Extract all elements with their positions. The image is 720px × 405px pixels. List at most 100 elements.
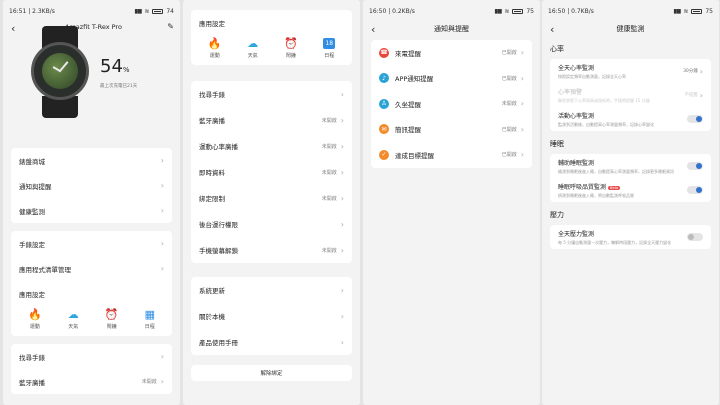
status-time: 16:50	[548, 7, 566, 15]
menu-item-background-permission[interactable]: 後台運行權限 ›	[191, 211, 352, 237]
status-speed: 2.3KB/s	[32, 7, 55, 15]
unbind-button[interactable]: 解除綁定	[191, 365, 352, 381]
app-weather[interactable]: ☁ 天氣	[68, 309, 79, 330]
notification-list: ☎ 來電提醒 已開啟 › ♪ APP通知提醒 已開啟 › ♙ 久坐提醒 未開啟 › ✉ 簡訊提醒 已開…	[371, 40, 532, 168]
chevron-right-icon: ›	[340, 167, 344, 177]
calendar-icon: ▦	[144, 308, 155, 321]
chevron-right-icon: ›	[699, 90, 703, 100]
wifi-icon: ≋	[144, 7, 150, 15]
app-workout[interactable]: 🔥 運動	[28, 309, 42, 330]
status-bar: 16:50 | 0.2KB/s ▮▮▮ ≋ 75	[369, 7, 534, 15]
health-monitor-screen: 16:50 | 0.7KB/s ▮▮▮ ≋ 75 ‹ 健康監測 心率 全天心率監…	[542, 0, 719, 405]
chevron-right-icon: ›	[520, 150, 524, 160]
sit-icon: ♙	[379, 98, 389, 109]
menu-card-2: 手錶設定 › 應用程式清單管理 › 應用設定 🔥 運動 ☁ 天氣 ⏰ 鬧鐘 ▦ 日程	[11, 231, 172, 336]
sleep-card: 輔助睡眠監測 檢測到睡眠後進入睡，自動提高心率測量頻率，記錄更多睡眠資訊 睡眠呼吸…	[550, 154, 711, 202]
device-settings-screen: 應用設定 🔥 運動 ☁ 天氣 ⏰ 鬧鐘 18 日程 找尋手錶 › 藍牙廣播 未開啟 › 運動心…	[183, 0, 360, 405]
chevron-right-icon: ›	[520, 99, 524, 109]
menu-item-realtime-data[interactable]: 即時資料 未開啟 ›	[191, 159, 352, 185]
list-item-app-alert[interactable]: ♪ APP通知提醒 已開啟 ›	[371, 66, 532, 92]
app-settings-card: 應用設定 🔥 運動 ☁ 天氣 ⏰ 鬧鐘 18 日程	[191, 10, 352, 65]
app-alarm[interactable]: ⏰ 鬧鐘	[105, 309, 119, 330]
fire-icon: 🔥	[28, 308, 42, 321]
section-heart-rate: 心率	[550, 45, 564, 53]
status-time: 16:50	[369, 7, 387, 15]
chevron-right-icon: ›	[340, 193, 344, 203]
sleep-assist-toggle[interactable]	[687, 162, 703, 170]
goal-icon: ✓	[379, 149, 389, 160]
activity-hr-toggle[interactable]	[687, 115, 703, 123]
page-title: 通知與提醒	[434, 25, 469, 33]
status-speed: 0.2KB/s	[392, 7, 415, 15]
all-day-stress-toggle[interactable]	[687, 233, 703, 241]
back-icon[interactable]: ‹	[550, 24, 554, 35]
list-item-idle-alert[interactable]: ♙ 久坐提醒 未開啟 ›	[371, 91, 532, 117]
menu-item-workout-hr-broadcast[interactable]: 運動心率廣播 未開啟 ›	[191, 133, 352, 159]
chevron-right-icon: ›	[160, 352, 164, 361]
chevron-right-icon: ›	[340, 285, 344, 295]
menu-item-manual[interactable]: 產品使用手冊 ›	[191, 329, 352, 355]
menu-card-3: 找尋手錶 › 藍牙廣播 未開啟 ›	[11, 344, 172, 394]
menu-card-device: 找尋手錶 › 藍牙廣播 未開啟 › 運動心率廣播 未開啟 › 即時資料 未開啟 › 綁定限制未…	[191, 81, 352, 263]
menu-item-watchface-store[interactable]: 錶盤商城 ›	[11, 148, 172, 173]
app-settings-label: 應用設定	[19, 291, 45, 299]
status-time: 16:51	[9, 7, 27, 15]
menu-item-screen-unlock[interactable]: 手機螢幕解鎖 未開啟 ›	[191, 237, 352, 263]
app-workout[interactable]: 🔥 運動	[208, 38, 222, 59]
chevron-right-icon: ›	[340, 219, 344, 229]
chevron-right-icon: ›	[520, 124, 524, 134]
chevron-right-icon: ›	[520, 73, 524, 83]
edit-icon[interactable]: ✎	[167, 22, 174, 31]
chevron-right-icon: ›	[520, 48, 524, 58]
menu-item-system-update[interactable]: 系統更新 ›	[191, 277, 352, 303]
menu-card-system: 系統更新 › 關於本機 › 產品使用手冊 ›	[191, 277, 352, 355]
bell-icon: ♪	[379, 73, 389, 84]
chevron-right-icon: ›	[160, 239, 164, 248]
list-item-sms-alert[interactable]: ✉ 簡訊提醒 已開啟 ›	[371, 117, 532, 143]
menu-item-about[interactable]: 關於本機 ›	[191, 303, 352, 329]
app-settings-label: 應用設定	[199, 20, 225, 28]
app-weather[interactable]: ☁ 天氣	[247, 38, 258, 59]
device-home-screen: 16:51 | 2.3KB/s ▮▮▮ ≋ 74 ‹ Amazfit T-Rex…	[3, 0, 180, 405]
menu-card-1: 錶盤商城 › 通知與提醒 › 健康監測 ›	[11, 148, 172, 223]
wifi-icon: ≋	[504, 7, 510, 15]
battery-level: 75	[705, 7, 713, 15]
menu-item-find-watch[interactable]: 找尋手錶 ›	[191, 81, 352, 107]
list-item-call-alert[interactable]: ☎ 來電提醒 已開啟 ›	[371, 40, 532, 66]
back-icon[interactable]: ‹	[371, 24, 375, 35]
message-icon: ✉	[379, 124, 389, 135]
app-calendar[interactable]: 18 日程	[323, 38, 336, 59]
app-calendar[interactable]: ▦ 日程	[145, 309, 155, 330]
app-shortcuts: 🔥 運動 ☁ 天氣 ⏰ 鬧鐘 ▦ 日程	[11, 305, 172, 336]
menu-item-binding-limit[interactable]: 綁定限制 未開啟 ›	[191, 185, 352, 211]
phone-icon: ☎	[379, 47, 389, 58]
menu-item-health[interactable]: 健康監測 ›	[11, 198, 172, 223]
setting-all-day-hr[interactable]: 全天心率監測 按照設定頻率自動測量，記錄全天心率 30分鐘 ›	[550, 59, 711, 83]
beta-badge: Beta	[608, 185, 621, 190]
chevron-right-icon: ›	[160, 206, 164, 215]
cloud-icon: ☁	[67, 308, 79, 321]
sleep-breathing-toggle[interactable]	[687, 186, 703, 194]
battery-level: 75	[526, 7, 534, 15]
list-item-goal-alert[interactable]: ✓ 達成目標提醒 已開啟 ›	[371, 142, 532, 168]
chevron-right-icon: ›	[340, 141, 344, 151]
nav-bar: ‹ 健康監測	[542, 22, 719, 36]
app-shortcuts: 🔥 運動 ☁ 天氣 ⏰ 鬧鐘 18 日程	[191, 34, 352, 65]
setting-hr-warning[interactable]: 心率預警 靜息狀態下心率過高或過低時，手錶將提醒 15 分鐘 不提醒 ›	[550, 83, 711, 107]
chevron-right-icon: ›	[160, 181, 164, 190]
menu-item-bluetooth-broadcast[interactable]: 藍牙廣播 未開啟 ›	[191, 107, 352, 133]
menu-item-app-list[interactable]: 應用程式清單管理 ›	[11, 256, 172, 281]
battery-level: 74	[166, 7, 174, 15]
chevron-right-icon: ›	[340, 311, 344, 321]
menu-item-watch-settings[interactable]: 手錶設定 ›	[11, 231, 172, 256]
menu-item-notifications[interactable]: 通知與提醒 ›	[11, 173, 172, 198]
chevron-right-icon: ›	[340, 337, 344, 347]
chevron-right-icon: ›	[160, 156, 164, 165]
section-stress: 壓力	[550, 211, 564, 219]
menu-item-find-watch[interactable]: 找尋手錶 ›	[11, 344, 172, 369]
back-icon[interactable]: ‹	[11, 23, 15, 34]
battery-icon	[152, 8, 164, 14]
app-alarm[interactable]: ⏰ 鬧鐘	[284, 38, 298, 59]
chevron-right-icon: ›	[160, 377, 164, 386]
menu-item-bluetooth-broadcast[interactable]: 藍牙廣播 未開啟 ›	[11, 369, 172, 394]
